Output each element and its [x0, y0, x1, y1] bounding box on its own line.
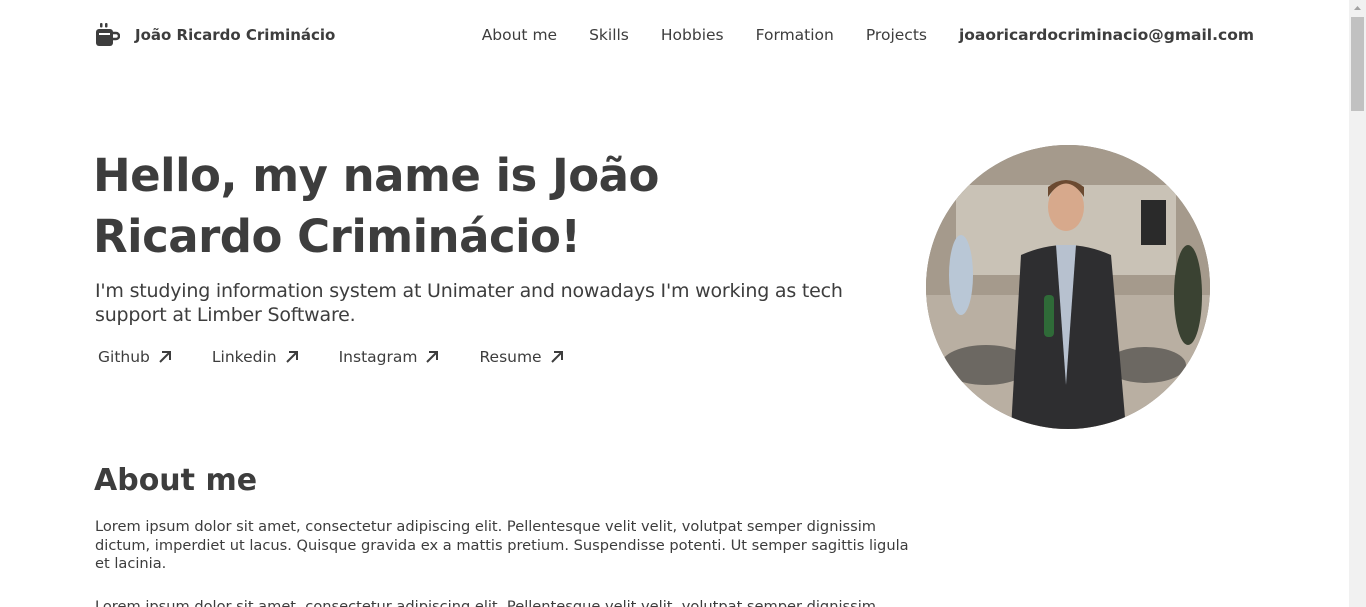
brand-name: João Ricardo Criminácio — [135, 26, 336, 44]
about-section-title: About me — [94, 463, 258, 498]
linkedin-link-label: Linkedin — [211, 348, 277, 366]
about-paragraph: Lorem ipsum dolor sit amet, consectetur … — [95, 518, 909, 572]
arrow-up-right-icon — [285, 351, 298, 363]
scroll-up-arrow-icon[interactable] — [1349, 0, 1366, 17]
nav-projects[interactable]: Projects — [866, 26, 927, 44]
profile-photo — [926, 145, 1210, 429]
scrollbar-thumb[interactable] — [1351, 17, 1364, 111]
page: João Ricardo Criminácio About me Skills … — [0, 0, 1349, 607]
main-nav: About me Skills Hobbies Formation Projec… — [450, 26, 1254, 44]
about-paragraph-2: Lorem ipsum dolor sit amet, consectetur … — [95, 598, 876, 607]
nav-hobbies[interactable]: Hobbies — [661, 26, 724, 44]
hero-subtitle: I'm studying information system at Unima… — [95, 280, 843, 326]
coffee-cup-icon — [96, 23, 120, 46]
linkedin-link[interactable]: Linkedin — [212, 348, 299, 366]
hero-title: Hello, my name is João Ricardo Crimináci… — [93, 149, 659, 263]
arrow-up-right-icon — [426, 351, 439, 363]
arrow-up-right-icon — [159, 351, 171, 363]
arrow-up-right-icon — [550, 351, 563, 363]
resume-link-label: Resume — [479, 348, 542, 366]
resume-link[interactable]: Resume — [479, 348, 563, 366]
email-link[interactable]: joaoricardocriminacio@gmail.com — [959, 26, 1254, 44]
social-links: Github Linkedin Instagram Resume — [98, 348, 604, 366]
instagram-link[interactable]: Instagram — [339, 348, 440, 366]
github-link[interactable]: Github — [98, 348, 172, 366]
github-link-label: Github — [98, 348, 150, 366]
nav-about-me[interactable]: About me — [482, 26, 557, 44]
nav-skills[interactable]: Skills — [589, 26, 629, 44]
nav-formation[interactable]: Formation — [756, 26, 834, 44]
site-logo[interactable]: João Ricardo Criminácio — [95, 23, 335, 47]
instagram-link-label: Instagram — [338, 348, 418, 366]
page-scrollbar[interactable] — [1349, 0, 1366, 607]
